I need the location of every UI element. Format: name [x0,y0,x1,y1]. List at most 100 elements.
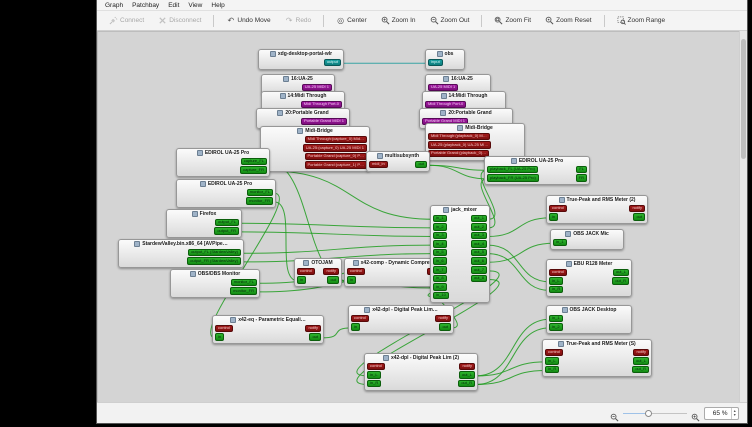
port-audio-in-1[interactable]: in_1 [433,215,447,223]
port-audio-out-r[interactable]: out_R [612,277,629,285]
port-audio-in-1[interactable]: in_1 [553,239,567,247]
port-video-input[interactable]: input [428,59,443,67]
node-dpl1[interactable]: x42-dpl - Digital Peak Lim…controlinnoti… [348,305,454,334]
vertical-scrollbar[interactable] [739,31,747,402]
zoom-slider[interactable] [623,409,687,418]
port-audio-out[interactable]: out [415,161,427,169]
port-midi-control[interactable]: control [297,268,315,276]
port-alsa-ua-25-midi-1[interactable]: UA-25 MIDI 1 [428,84,458,92]
port-audio-in-10[interactable]: in_10 [433,292,449,300]
menu-view[interactable]: View [184,2,206,9]
port-audio-in-8[interactable]: in_8 [433,275,447,283]
port-audio-out-l[interactable]: out_L [633,357,649,365]
node-mixer[interactable]: jack_mixerin_1in_2in_3in_4in_5in_6in_7in… [430,205,490,303]
port-midi-ua-25-playback-0-ua-25-mi[interactable]: UA-25:(playback_0) UA-25 MI… [428,141,491,149]
node-stardew[interactable]: StardewValley.bin.x86_64 [AVPipe…output_… [118,239,244,268]
port-midi-notify[interactable]: notify [323,268,339,276]
port-audio-in-3[interactable]: in_3 [433,232,447,240]
port-midi-notify[interactable]: notify [305,325,321,333]
port-audio-in-l[interactable]: in_L [367,371,381,379]
port-audio-capture-fl[interactable]: capture_FL [241,158,267,166]
node-otojam[interactable]: OTOJAMcontrolinnotifyout [294,258,342,287]
node-obsmon[interactable]: OBS/DBS Monitormonitor_FLmonitor_FR [170,269,260,298]
zoom-slider-handle[interactable] [645,410,652,417]
port-video-output[interactable]: output [324,59,341,67]
port-midi-control[interactable]: control [215,325,233,333]
port-audio-fl[interactable]: FL [576,166,587,174]
port-audio-monitor-fl[interactable]: monitor_FL [231,279,257,287]
zoom-out-button[interactable]: Zoom Out [424,14,476,27]
undo-move-button[interactable]: ↶Undo Move [220,14,276,27]
node-msynth[interactable]: multisubsynthmidi_inout [366,151,430,172]
zoom-range-button[interactable]: Zoom Range [611,14,672,27]
port-audio-out-r[interactable]: out_R [632,366,649,374]
port-audio-monitor-fr[interactable]: monitor_FR [246,197,273,205]
connect-button[interactable]: Connect [103,14,150,27]
graph-canvas[interactable]: xdg-desktop-portal-wlroutputobsinput16:U… [97,31,739,402]
port-midi-control[interactable]: control [347,268,365,276]
port-audio-in-9[interactable]: in_9 [433,283,447,291]
port-audio-in-2[interactable]: in_2 [549,323,563,331]
port-audio-output-fl-stardewvalley[interactable]: output_FL (StardewValley) [188,249,241,257]
port-audio-out-8[interactable]: out_8 [471,275,487,283]
menu-help[interactable]: Help [207,2,228,9]
port-midi-notify[interactable]: notify [633,349,649,357]
node-edirol_r[interactable]: EDIROL UA-25 Proplayback_FL (UA-25 Pro)p… [484,156,590,185]
port-midi-notify[interactable]: notify [435,315,451,323]
node-portal[interactable]: xdg-desktop-portal-wlroutput [258,49,344,70]
port-audio-in-r[interactable]: in_R [549,286,563,294]
menu-edit[interactable]: Edit [164,2,183,9]
port-audio-in-2[interactable]: in_2 [433,223,447,231]
zoom-fit-button[interactable]: Zoom Fit [488,14,537,27]
node-eq[interactable]: x42-eq - Parametric Equali…controlinnoti… [212,315,324,344]
port-midi-notify[interactable]: notify [629,205,645,213]
port-audio-in-1[interactable]: in_1 [549,315,563,323]
port-midi-portable-grand-capture-1-p[interactable]: Portable Grand:(capture_1) P… [305,161,367,169]
port-midi-midi-through-capture-0-mid[interactable]: Midi Through:(capture_0) Mid… [305,136,367,144]
scrollbar-thumb[interactable] [741,39,746,159]
port-audio-playback-fr-ua-25-pro[interactable]: playback_FR (UA-25 Pro) [487,174,539,182]
port-audio-in[interactable]: in [351,323,360,331]
port-midi-portable-grand-playback-0[interactable]: Portable Grand:(playback_0)… [428,150,489,158]
spinbox-arrows[interactable]: ▲▼ [731,408,738,419]
port-audio-monitor-fr[interactable]: monitor_FR [230,287,257,295]
port-audio-in-6[interactable]: in_6 [433,257,447,265]
node-obs[interactable]: obsinput [425,49,465,70]
port-midi-control[interactable]: control [549,269,567,277]
port-audio-in-l[interactable]: in_L [549,277,563,285]
port-midi-ua-25-capture-0-ua-25-midi-1[interactable]: UA-25:(capture_0) UA-25 MIDI 1 [303,144,367,152]
zoom-reset-button[interactable]: Zoom Reset [539,14,597,27]
port-audio-in[interactable]: in [347,276,356,284]
port-audio-playback-fl-ua-25-pro[interactable]: playback_FL (UA-25 Pro) [487,166,538,174]
node-obsmic[interactable]: OBS JACK Micin_1 [550,229,624,250]
port-midi-control[interactable]: control [545,349,563,357]
node-ebu[interactable]: EBU R128 Metercontrolin_Lin_Rout_Lout_R [546,259,632,297]
node-edirol1[interactable]: EDIROL UA-25 Procapture_FLcapture_FR [176,148,270,177]
port-alsa-portable-grand-midi-1[interactable]: Portable Grand MIDI 1 [301,118,347,126]
node-dpl2[interactable]: x42-dpl - Digital Peak Lim (2)controlin_… [364,353,478,391]
port-audio-out-3[interactable]: out_3 [471,232,487,240]
zoom-percent-spinbox[interactable]: 65 % ▲▼ [704,407,739,420]
port-midi-control[interactable]: control [549,205,567,213]
zoom-out-icon[interactable] [610,409,619,418]
port-audio-in-7[interactable]: in_7 [433,266,447,274]
node-firefox[interactable]: Firefoxoutput_FLoutput_FR [166,209,242,238]
port-midi-control[interactable]: control [351,315,369,323]
port-audio-out[interactable]: out [439,323,451,331]
node-tpm1[interactable]: True-Peak and RMS Meter (2)controlinnoti… [546,195,648,224]
port-alsa-midi-through-port-0[interactable]: Midi Through Port-0 [301,101,342,109]
menu-patchbay[interactable]: Patchbay [128,2,163,9]
redo-button[interactable]: ↷Redo [279,14,318,27]
port-audio-capture-fr[interactable]: capture_FR [240,166,267,174]
port-audio-out-7[interactable]: out_7 [471,266,487,274]
port-audio-out-1[interactable]: out_1 [471,215,487,223]
port-audio-output-fl[interactable]: output_FL [215,219,239,227]
port-audio-in[interactable]: in [549,213,558,221]
port-audio-out-l[interactable]: out_L [613,269,629,277]
node-edirol2[interactable]: EDIROL UA-25 Promonitor_FLmonitor_FR [176,179,276,208]
disconnect-button[interactable]: Disconnect [152,14,207,27]
node-obsdesk[interactable]: OBS JACK Desktopin_1in_2 [546,305,632,334]
port-alsa-midi-through-port-0[interactable]: Midi Through Port-0 [425,101,466,109]
port-audio-output-fr-stardewvalley[interactable]: output_FR (StardewValley) [187,257,241,265]
port-audio-out-6[interactable]: out_6 [471,257,487,265]
